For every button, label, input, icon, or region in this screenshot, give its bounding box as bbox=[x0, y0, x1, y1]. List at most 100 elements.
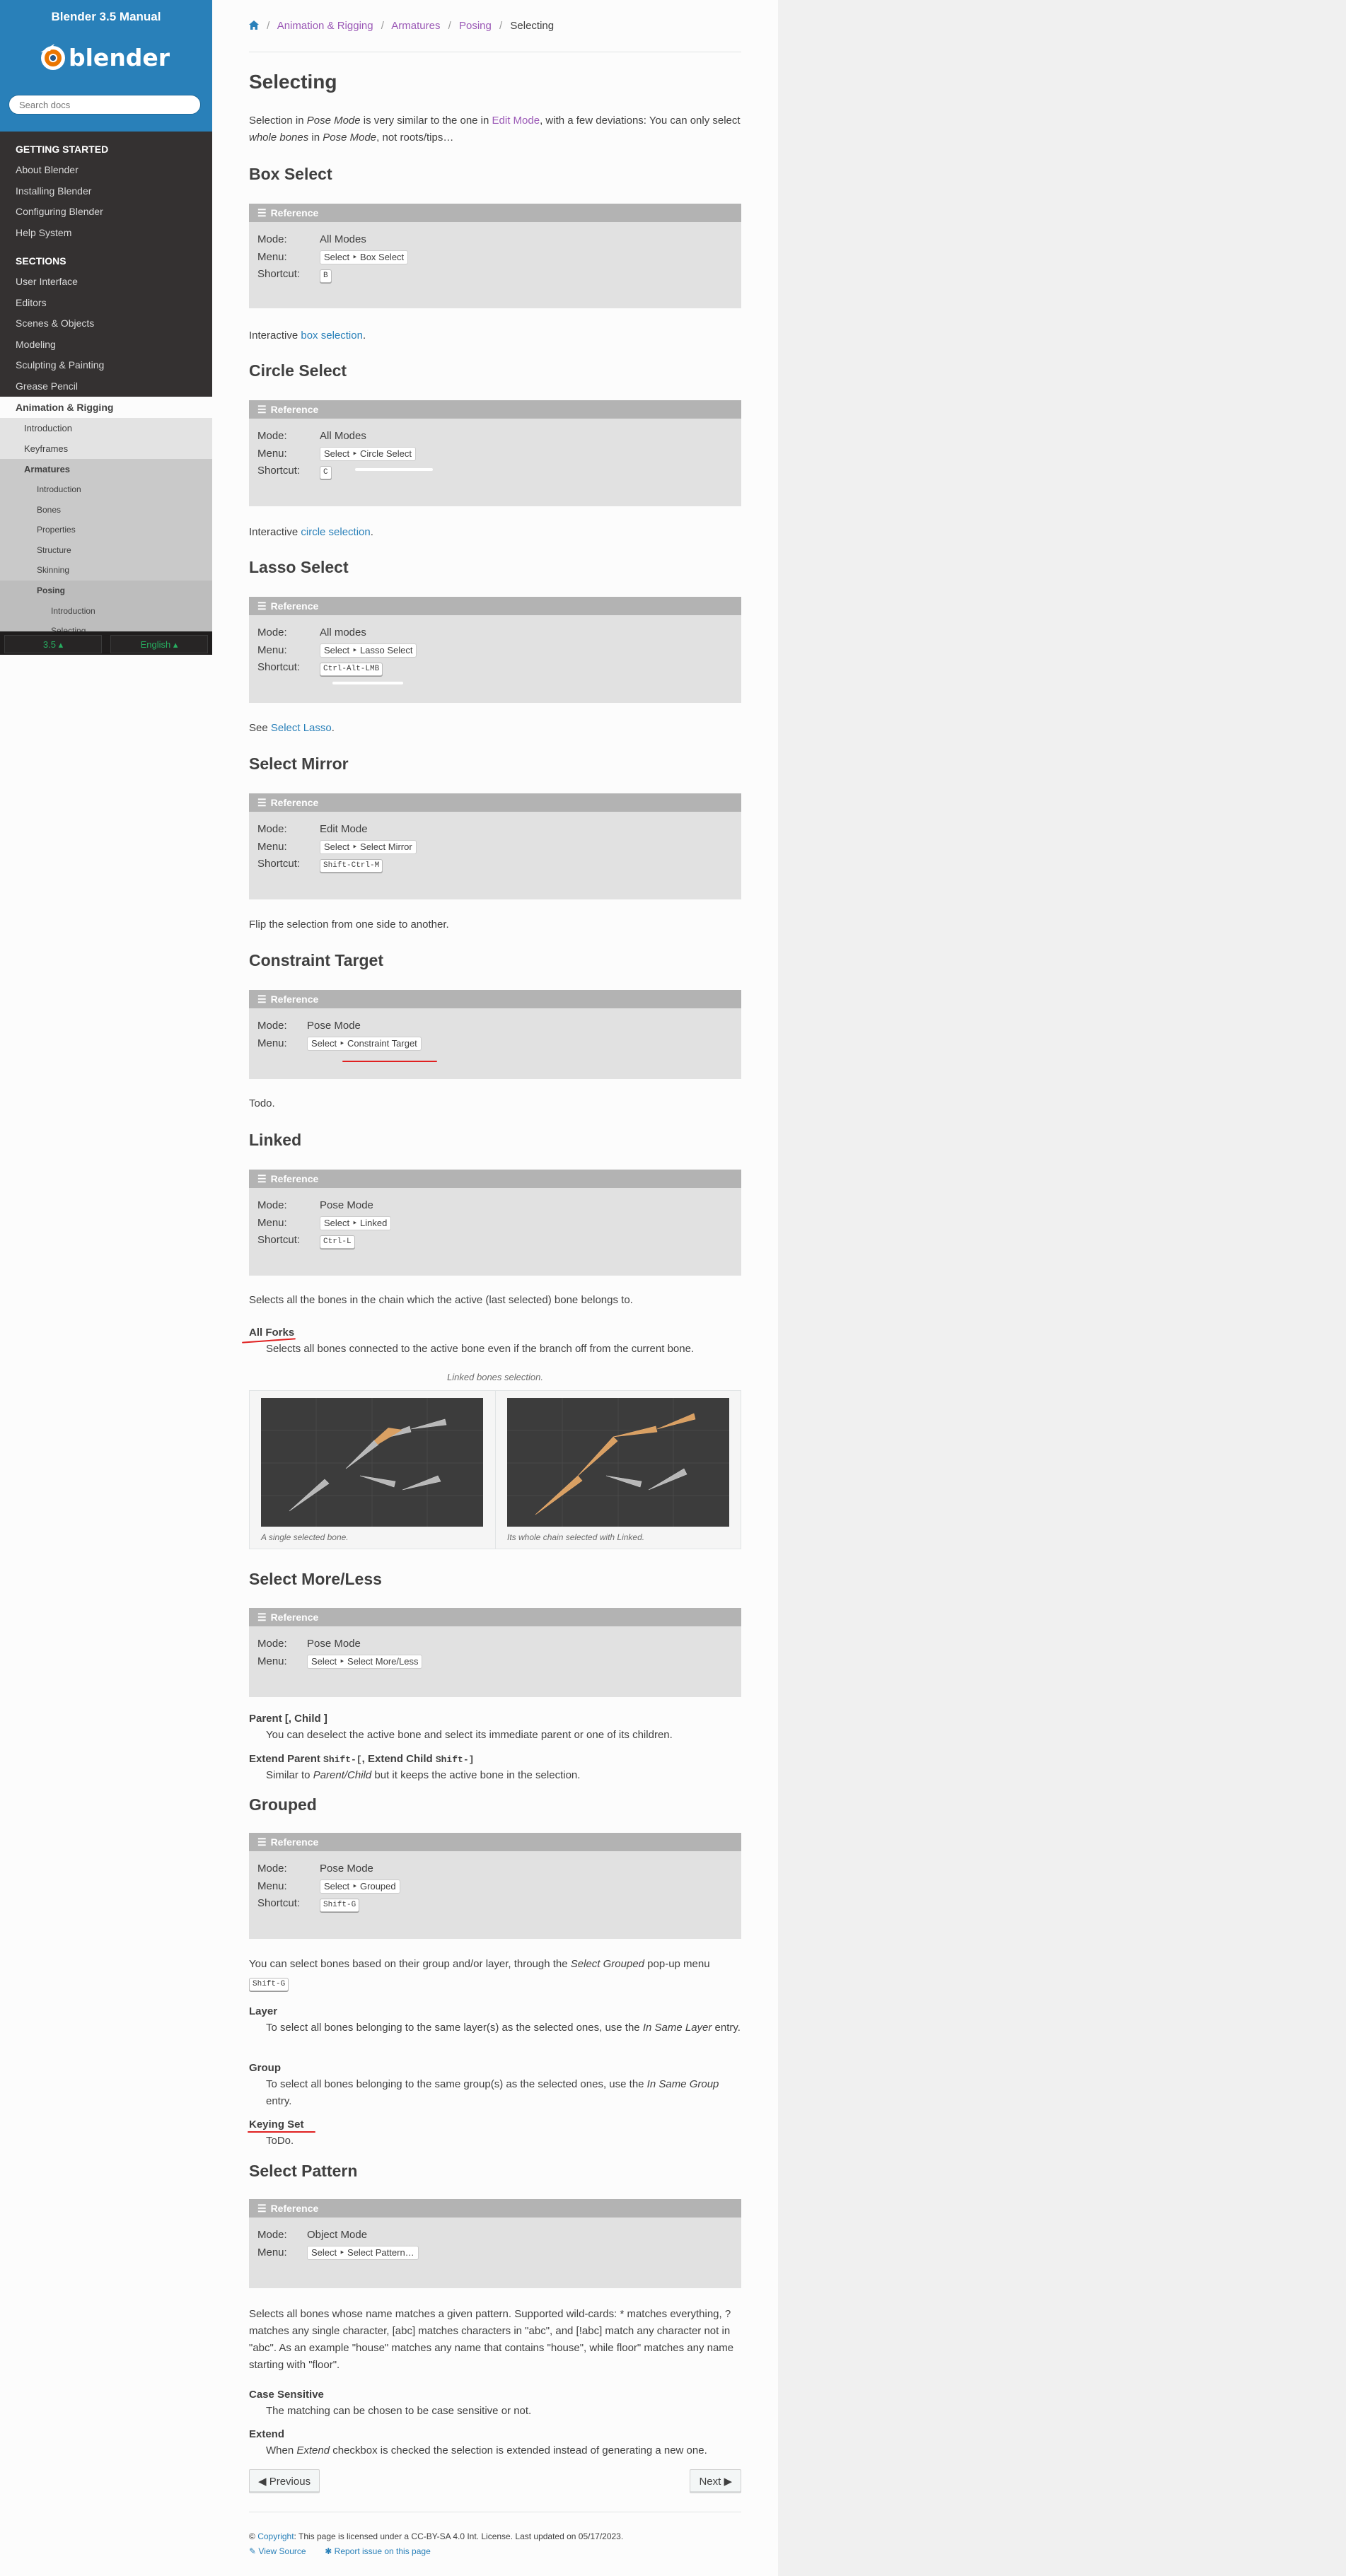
nav-anim-introduction[interactable]: Introduction bbox=[0, 418, 212, 438]
next-button[interactable]: Next ▶ bbox=[690, 2469, 741, 2493]
circle-selection-link[interactable]: circle selection bbox=[301, 526, 370, 538]
nav-armatures[interactable]: Armatures bbox=[0, 459, 212, 479]
ref-menu-row: Menu: Select ‣ Select Mirror bbox=[257, 840, 417, 854]
nav-user-interface[interactable]: User Interface bbox=[0, 272, 212, 293]
footer-copyright: © Copyright: This page is licensed under… bbox=[249, 2531, 624, 2541]
figure-subcaption-2: Its whole chain selected with Linked. bbox=[507, 1532, 645, 1542]
nav-posing-introduction[interactable]: Introduction bbox=[0, 600, 212, 621]
term-case-sensitive: Case Sensitive bbox=[249, 2389, 324, 2401]
ref-mode-row: Mode: Edit Mode bbox=[257, 823, 368, 835]
ref-menu-row: Menu: Select ‣ Select Pattern… bbox=[257, 2246, 419, 2260]
ref-shortcut-row: Shortcut: Ctrl-Alt-LMB bbox=[257, 661, 383, 676]
ref-mode-row: Mode: All Modes bbox=[257, 233, 366, 245]
ref-menu-row: Menu: Select ‣ Linked bbox=[257, 1216, 392, 1230]
menu-path: Select ‣ Select Pattern… bbox=[307, 2246, 419, 2260]
logo-text: blender bbox=[69, 44, 170, 71]
select-pattern-text: Selects all bones whose name matches a g… bbox=[249, 2308, 734, 2371]
blender-logo[interactable]: blender bbox=[30, 37, 182, 76]
nav-sculpting-painting[interactable]: Sculpting & Painting bbox=[0, 355, 212, 376]
section-title-constraint-target: Constraint Target bbox=[249, 951, 383, 969]
copyright-link[interactable]: Copyright bbox=[257, 2531, 294, 2541]
sidebar: Blender 3.5 Manual blender GETTING START… bbox=[0, 0, 212, 655]
list-icon: ☰ bbox=[257, 404, 267, 415]
desc-parent-child: You can deselect the active bone and sel… bbox=[266, 1729, 673, 1741]
nav-caption-sections: SECTIONS bbox=[16, 255, 66, 267]
desc-case-sensitive: The matching can be chosen to be case se… bbox=[266, 2405, 532, 2417]
ref-menu-row: Menu: Select ‣ Constraint Target bbox=[257, 1037, 422, 1051]
nav-skinning[interactable]: Skinning bbox=[0, 560, 212, 581]
nav-about-blender[interactable]: About Blender bbox=[0, 160, 212, 181]
ref-menu-row: Menu: Select ‣ Grouped bbox=[257, 1879, 400, 1894]
term-layer: Layer bbox=[249, 2005, 278, 2017]
breadcrumb-posing[interactable]: Posing bbox=[459, 20, 492, 32]
linked-text: Selects all the bones in the chain which… bbox=[249, 1294, 633, 1306]
reference-header: ☰ Reference bbox=[249, 204, 741, 222]
version-button[interactable]: 3.5 ▴ bbox=[4, 634, 102, 653]
menu-path: Select ‣ Circle Select bbox=[320, 447, 416, 461]
red-annotation-underline bbox=[342, 1061, 437, 1062]
term-all-forks: All Forks bbox=[249, 1327, 295, 1339]
shortcut-key: Shift-G bbox=[320, 1899, 360, 1912]
figure-caption: Linked bones selection. bbox=[447, 1372, 543, 1382]
breadcrumb-animation-rigging[interactable]: Animation & Rigging bbox=[277, 20, 373, 32]
search-input[interactable] bbox=[8, 95, 201, 115]
nav-scenes-objects[interactable]: Scenes & Objects bbox=[0, 313, 212, 334]
reference-box-circle-select: ☰ Reference Mode: All Modes Menu: Select ‣ … bbox=[249, 400, 741, 506]
box-selection-link[interactable]: box selection bbox=[301, 330, 363, 342]
circle-left-arrow-icon: ◀ bbox=[258, 2476, 267, 2488]
desc-keying-set: ToDo. bbox=[266, 2135, 294, 2147]
desc-layer: To select all bones belonging to the sam… bbox=[266, 2022, 741, 2034]
view-source-link[interactable]: ✎ View Source bbox=[249, 2546, 306, 2556]
ref-mode-row: Mode: Object Mode bbox=[257, 2229, 368, 2241]
nav-animation-rigging[interactable]: Animation & Rigging bbox=[0, 397, 212, 418]
desc-group: To select all bones belonging to the sam… bbox=[266, 2078, 719, 2107]
circle-select-text: Interactive circle selection. bbox=[249, 526, 373, 538]
page-title: Selecting bbox=[249, 71, 337, 93]
list-icon: ☰ bbox=[257, 1836, 267, 1848]
term-parent-child: Parent [, Child ] bbox=[249, 1713, 327, 1725]
section-title-linked: Linked bbox=[249, 1131, 302, 1149]
reference-box-constraint-target: ☰ Reference Mode: Pose Mode Menu: Select ‣ … bbox=[249, 990, 741, 1079]
ref-shortcut-row: Shortcut: Ctrl-L bbox=[257, 1234, 355, 1249]
sidebar-header: Blender 3.5 Manual blender bbox=[0, 0, 212, 132]
nav-grease-pencil[interactable]: Grease Pencil bbox=[0, 376, 212, 397]
language-button[interactable]: English ▴ bbox=[110, 634, 208, 653]
nav-installing-blender[interactable]: Installing Blender bbox=[0, 181, 212, 202]
previous-button[interactable]: ◀ Previous bbox=[249, 2469, 320, 2493]
nav-configuring-blender[interactable]: Configuring Blender bbox=[0, 202, 212, 223]
nav-modeling[interactable]: Modeling bbox=[0, 334, 212, 356]
select-lasso-link[interactable]: Select Lasso bbox=[271, 722, 332, 734]
constraint-target-text: Todo. bbox=[249, 1097, 275, 1109]
nav-editors[interactable]: Editors bbox=[0, 293, 212, 314]
nav-structure[interactable]: Structure bbox=[0, 540, 212, 561]
ref-menu-row: Menu: Select ‣ Box Select bbox=[257, 250, 409, 264]
caret-up-icon: ▴ bbox=[173, 639, 178, 650]
reference-box-linked: ☰ Reference Mode: Pose Mode Menu: Select ‣ … bbox=[249, 1170, 741, 1276]
list-icon: ☰ bbox=[257, 1173, 267, 1184]
nav-arm-introduction[interactable]: Introduction bbox=[0, 479, 212, 500]
manual-title-link[interactable]: Blender 3.5 Manual bbox=[0, 0, 212, 24]
nav-keyframes[interactable]: Keyframes bbox=[0, 438, 212, 459]
reference-box-lasso-select: ☰ Reference Mode: All modes Menu: Select ‣ … bbox=[249, 597, 741, 703]
menu-path: Select ‣ Grouped bbox=[320, 1879, 400, 1894]
breadcrumb-armatures[interactable]: Armatures bbox=[391, 20, 440, 32]
breadcrumb: / Animation & Rigging / Armatures / Posi… bbox=[249, 20, 554, 32]
nav-bones[interactable]: Bones bbox=[0, 499, 212, 520]
nav-help-system[interactable]: Help System bbox=[0, 223, 212, 244]
section-title-select-pattern: Select Pattern bbox=[249, 2162, 358, 2180]
footer-links: ✎ View Source ✱ Report issue on this pag… bbox=[249, 2546, 431, 2556]
nav-properties[interactable]: Properties bbox=[0, 520, 212, 540]
lasso-select-text: See Select Lasso. bbox=[249, 722, 335, 734]
home-icon[interactable] bbox=[249, 20, 262, 32]
report-issue-link[interactable]: ✱ Report issue on this page bbox=[325, 2546, 431, 2556]
select-mirror-text: Flip the selection from one side to anot… bbox=[249, 919, 449, 931]
nav-posing[interactable]: Posing bbox=[0, 580, 212, 601]
box-select-text: Interactive box selection. bbox=[249, 330, 366, 342]
list-icon: ☰ bbox=[257, 207, 267, 218]
term-extend-parent-child: Extend Parent Shift-[, Extend Child Shif… bbox=[249, 1753, 475, 1765]
reference-header: ☰ Reference bbox=[249, 793, 741, 812]
white-annotation-stroke bbox=[355, 468, 433, 471]
reference-box-select-pattern: ☰ Reference Mode: Object Mode Menu: Select … bbox=[249, 2199, 741, 2288]
edit-mode-link[interactable]: Edit Mode bbox=[492, 115, 540, 127]
ref-shortcut-row: Shortcut: B bbox=[257, 268, 332, 283]
